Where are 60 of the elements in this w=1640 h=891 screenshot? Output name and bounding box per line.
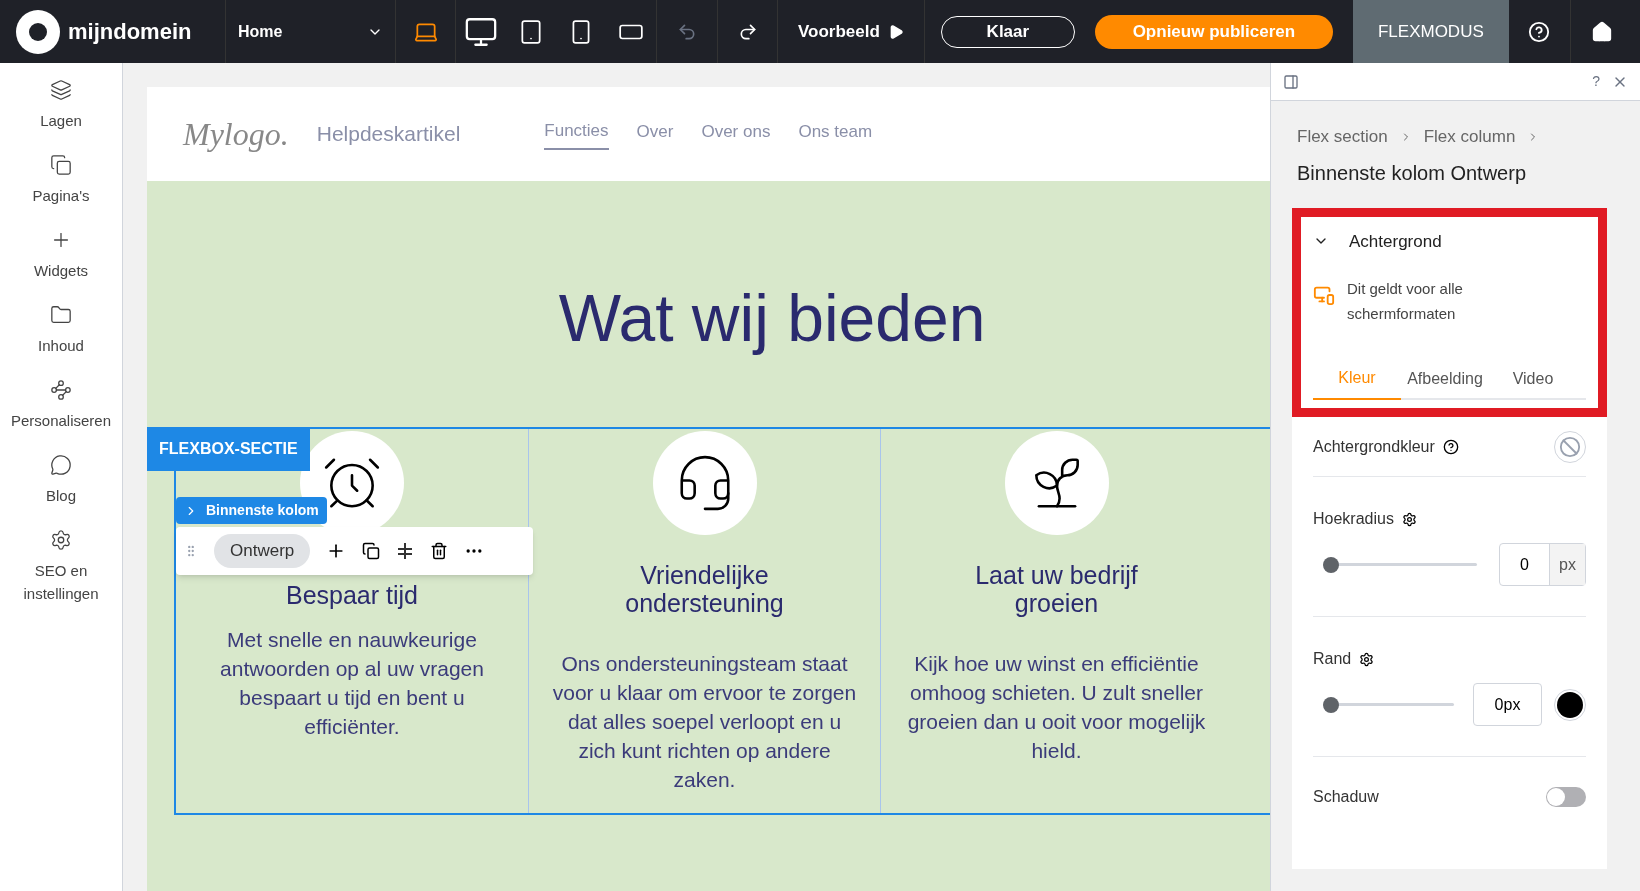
section-header[interactable]: Achtergrond: [1313, 224, 1442, 258]
card-title: Laat uw bedrijf groeien: [974, 561, 1139, 617]
field-label: Achtergrondkleur: [1313, 436, 1435, 457]
gear-icon: [50, 529, 72, 551]
logo-icon: [16, 9, 60, 54]
sidebar-item[interactable]: Lagen: [0, 79, 122, 132]
page-select[interactable]: Home: [225, 0, 395, 63]
breadcrumb-link[interactable]: Flex column: [1423, 124, 1516, 150]
path-icon: [50, 379, 72, 401]
site-logo: Mylogo.: [183, 115, 289, 154]
home-icon: [1590, 20, 1613, 43]
breadcrumb-link[interactable]: Flex section: [1297, 124, 1388, 150]
field-label: Rand: [1313, 649, 1352, 669]
section-heading: Wat wij bieden: [557, 280, 987, 357]
undo-icon: [677, 21, 697, 42]
unit-label: px: [1549, 544, 1585, 585]
devices-icon: [1313, 284, 1335, 306]
sidebar-item[interactable]: Blog: [0, 454, 122, 507]
delete-icon[interactable]: [430, 542, 449, 560]
tab[interactable]: Afbeelding: [1401, 358, 1489, 400]
radius-input[interactable]: 0 px: [1499, 543, 1586, 586]
panel-icon[interactable]: [1283, 73, 1299, 90]
card-title: Bespaar tijd: [285, 581, 419, 609]
panel-title: Binnenste kolom Ontwerp: [1296, 160, 1527, 186]
slider-thumb[interactable]: [1323, 556, 1339, 573]
shadow-toggle[interactable]: [1546, 787, 1586, 807]
tablet-icon: [518, 18, 544, 45]
settings-icon[interactable]: [1401, 511, 1417, 527]
brand-name: mijndomein: [68, 18, 192, 46]
layers-icon: [50, 79, 72, 101]
site-name: Helpdeskartikel: [316, 121, 461, 148]
field-label: Schaduw: [1313, 787, 1379, 807]
slider-thumb[interactable]: [1323, 696, 1339, 713]
card-text: Met snelle en nauwkeurige antwoorden op al uw vragen bespaart u tijd en bent u efficiënter.: [219, 627, 485, 740]
chat-icon: [50, 454, 72, 476]
section-label: FLEXBOX-SECTIE: [147, 427, 310, 471]
design-chip[interactable]: Ontwerp: [214, 534, 311, 568]
card-text: Kijk hoe uw winst en efficiëntie omhoog schieten. U zult sneller groeien dan u ooit voor mogelijk hield.: [906, 651, 1207, 764]
help-icon[interactable]: ?: [1592, 71, 1600, 92]
pages-icon: [50, 154, 72, 176]
column-label[interactable]: Binnenste kolom: [176, 497, 327, 524]
field-label: Hoekradius: [1313, 509, 1394, 529]
flexmode-button[interactable]: FLEXMODUS: [1352, 0, 1509, 63]
card-text: Ons ondersteuningsteam staat voor u klaar om ervoor te zorgen dat alles soepel verloopt en u zich kunt richten op andere zaken.: [551, 651, 858, 793]
tab[interactable]: Video: [1489, 358, 1577, 400]
sidebar-item[interactable]: Widgets: [0, 229, 122, 282]
help-icon[interactable]: [1442, 438, 1459, 455]
distribute-icon[interactable]: [396, 541, 415, 561]
sidebar-item[interactable]: Personaliseren: [0, 379, 122, 432]
card-title: Vriendelijke ondersteuning: [624, 561, 785, 617]
sidebar-item[interactable]: Inhoud: [0, 304, 122, 357]
help-icon: [1528, 20, 1551, 43]
preview-button[interactable]: Voorbeeld: [778, 0, 925, 63]
note-text: Dit geldt voor alle schermformaten: [1347, 279, 1464, 324]
sidebar-item[interactable]: SEO en instellingen: [0, 529, 122, 605]
duplicate-icon[interactable]: [362, 542, 381, 560]
settings-icon[interactable]: [1359, 651, 1375, 667]
sidebar-item[interactable]: Pagina's: [0, 154, 122, 207]
border-width-input[interactable]: 0px: [1473, 683, 1542, 726]
folder-icon: [50, 304, 72, 326]
